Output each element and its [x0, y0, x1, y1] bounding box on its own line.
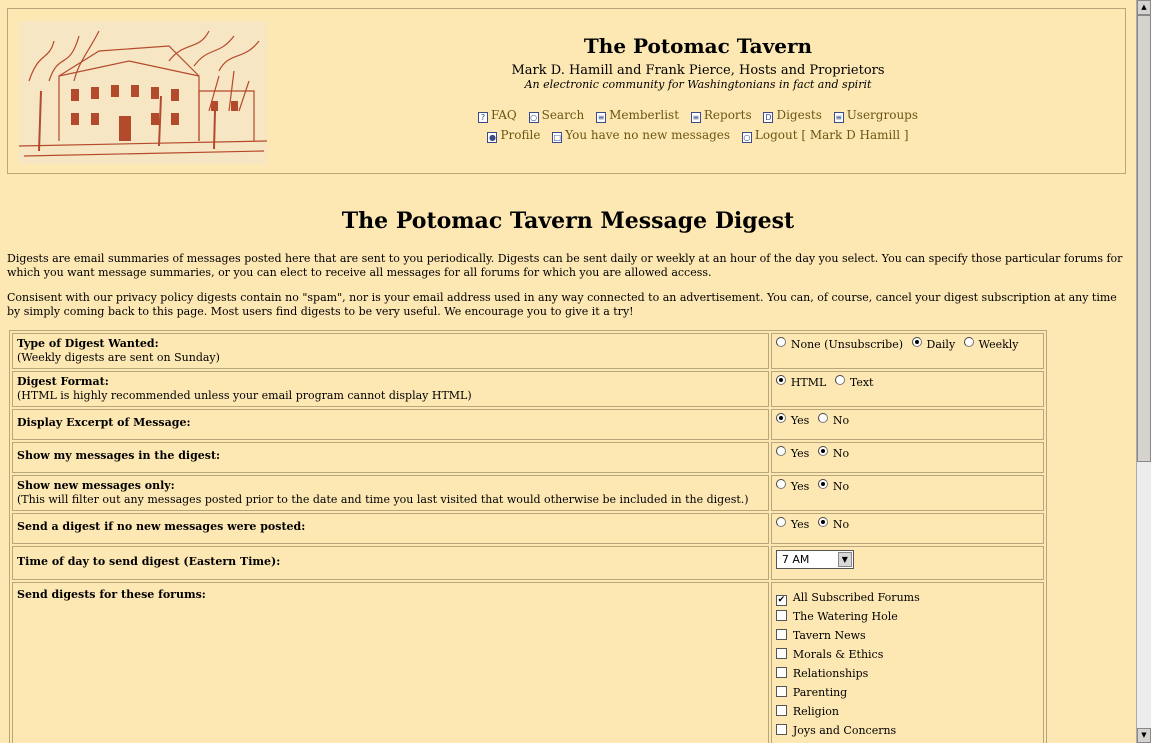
checkbox-watering-hole[interactable] [775, 610, 787, 621]
nav-logout[interactable]: ○ Logout [ Mark D Hamill ] [741, 128, 909, 143]
radio-show-mine-no[interactable] [817, 446, 828, 456]
checkbox-joys-concerns[interactable] [775, 724, 787, 735]
nav-usergroups[interactable]: ≡ Usergroups [833, 108, 918, 123]
page-title: The Potomac Tavern Message Digest [341, 208, 795, 234]
search-icon: ○ [528, 112, 539, 123]
radio-type-daily[interactable] [911, 337, 922, 347]
row-send-empty: Send a digest if no new messages were po… [12, 513, 1044, 544]
radio-show-mine-yes[interactable] [775, 446, 786, 456]
radio-excerpt-yes[interactable] [775, 413, 786, 423]
tavern-logo-image [19, 21, 267, 164]
help-icon: ? [477, 112, 488, 123]
forum-item-watering-hole[interactable]: The Watering Hole [775, 607, 1039, 626]
checkbox-tavern-news[interactable] [775, 629, 787, 640]
digest-settings-table: Type of Digest Wanted: (Weekly digests a… [9, 330, 1047, 743]
checkbox-morals-ethics[interactable] [775, 648, 787, 659]
nav-memberlist[interactable]: ≡ Memberlist [596, 108, 679, 123]
vertical-scrollbar[interactable]: ▲ ▼ [1136, 0, 1151, 743]
memberlist-icon: ≡ [596, 112, 607, 123]
send-empty-label: Send a digest if no new messages were po… [17, 520, 306, 533]
reports-icon: ≡ [690, 112, 701, 123]
nav-profile[interactable]: ● Profile [487, 128, 540, 143]
excerpt-label: Display Excerpt of Message: [17, 416, 191, 429]
new-only-note: (This will filter out any messages poste… [17, 493, 749, 506]
scroll-up-icon[interactable]: ▲ [1137, 0, 1151, 15]
row-new-only: Show new messages only: (This will filte… [12, 475, 1044, 511]
scroll-down-icon[interactable]: ▼ [1137, 728, 1151, 743]
forum-item-religion[interactable]: Religion [775, 702, 1039, 721]
profile-icon: ● [487, 132, 498, 143]
nav-search[interactable]: ○ Search [528, 108, 584, 123]
row-digest-format: Digest Format: (HTML is highly recommend… [12, 371, 1044, 407]
forum-item-parenting[interactable]: Parenting [775, 683, 1039, 702]
new-only-label: Show new messages only: [17, 479, 175, 492]
row-digest-type: Type of Digest Wanted: (Weekly digests a… [12, 333, 1044, 369]
radio-format-text[interactable] [834, 375, 845, 385]
row-send-time: Time of day to send digest (Eastern Time… [12, 546, 1044, 580]
site-tagline: An electronic community for Washingtonia… [524, 78, 872, 91]
forum-item-joys-concerns[interactable]: Joys and Concerns [775, 721, 1039, 740]
forum-item-relationships[interactable]: Relationships [775, 664, 1039, 683]
row-show-mine: Show my messages in the digest: Yes No [12, 442, 1044, 473]
chevron-down-icon: ▼ [837, 552, 852, 567]
radio-new-only-no[interactable] [817, 479, 828, 489]
radio-send-empty-yes[interactable] [775, 517, 786, 527]
radio-type-weekly[interactable] [963, 337, 974, 347]
show-mine-label: Show my messages in the digest: [17, 449, 221, 462]
digest-type-note: (Weekly digests are sent on Sunday) [17, 351, 220, 364]
digests-icon: D [763, 112, 774, 123]
page: The Potomac Tavern Mark D. Hamill and Fr… [0, 0, 1136, 743]
radio-excerpt-no[interactable] [817, 413, 828, 423]
nav-row-main: ? FAQ ○ Search ≡ Memberlist ≡ Reports D Diges… [278, 108, 1118, 123]
usergroups-icon: ≡ [833, 112, 844, 123]
nav-row-user: ● Profile □ You have no new messages ○ Logo… [278, 128, 1118, 143]
forums-label: Send digests for these forums: [17, 588, 206, 601]
radio-new-only-yes[interactable] [775, 479, 786, 489]
nav-reports[interactable]: ≡ Reports [690, 108, 752, 123]
nav-digests[interactable]: D Digests [763, 108, 822, 123]
scroll-thumb[interactable] [1137, 15, 1151, 462]
messages-icon: □ [552, 132, 563, 143]
checkbox-relationships[interactable] [775, 667, 787, 678]
logout-icon: ○ [741, 132, 752, 143]
site-title: The Potomac Tavern [583, 34, 813, 58]
forum-item-all-subscribed[interactable]: ✔ All Subscribed Forums [775, 588, 1039, 607]
checkbox-all-subscribed[interactable]: ✔ [775, 595, 787, 606]
intro-paragraph: Digests are email summaries of messages … [7, 252, 1123, 279]
checkbox-parenting[interactable] [775, 686, 787, 697]
header-panel: The Potomac Tavern Mark D. Hamill and Fr… [7, 8, 1126, 174]
row-forums: Send digests for these forums: ✔ All Subs… [12, 582, 1044, 743]
site-subtitle: Mark D. Hamill and Frank Pierce, Hosts a… [511, 63, 885, 78]
nav-faq[interactable]: ? FAQ [477, 108, 517, 123]
radio-send-empty-no[interactable] [817, 517, 828, 527]
send-time-label: Time of day to send digest (Eastern Time… [17, 555, 281, 568]
checkbox-religion[interactable] [775, 705, 787, 716]
send-time-select[interactable]: 7 AM ▼ [775, 550, 854, 569]
digest-format-label: Digest Format: [17, 375, 109, 388]
row-excerpt: Display Excerpt of Message: Yes No [12, 409, 1044, 440]
nav-private-messages[interactable]: □ You have no new messages [552, 128, 730, 143]
digest-type-label: Type of Digest Wanted: [17, 337, 159, 350]
forum-item-morals-ethics[interactable]: Morals & Ethics [775, 645, 1039, 664]
digest-format-note: (HTML is highly recommended unless your … [17, 389, 472, 402]
privacy-paragraph: Consisent with our privacy policy digest… [7, 291, 1117, 318]
forum-item-tavern-news[interactable]: Tavern News [775, 626, 1039, 645]
radio-format-html[interactable] [775, 375, 786, 385]
radio-type-none[interactable] [775, 337, 786, 347]
